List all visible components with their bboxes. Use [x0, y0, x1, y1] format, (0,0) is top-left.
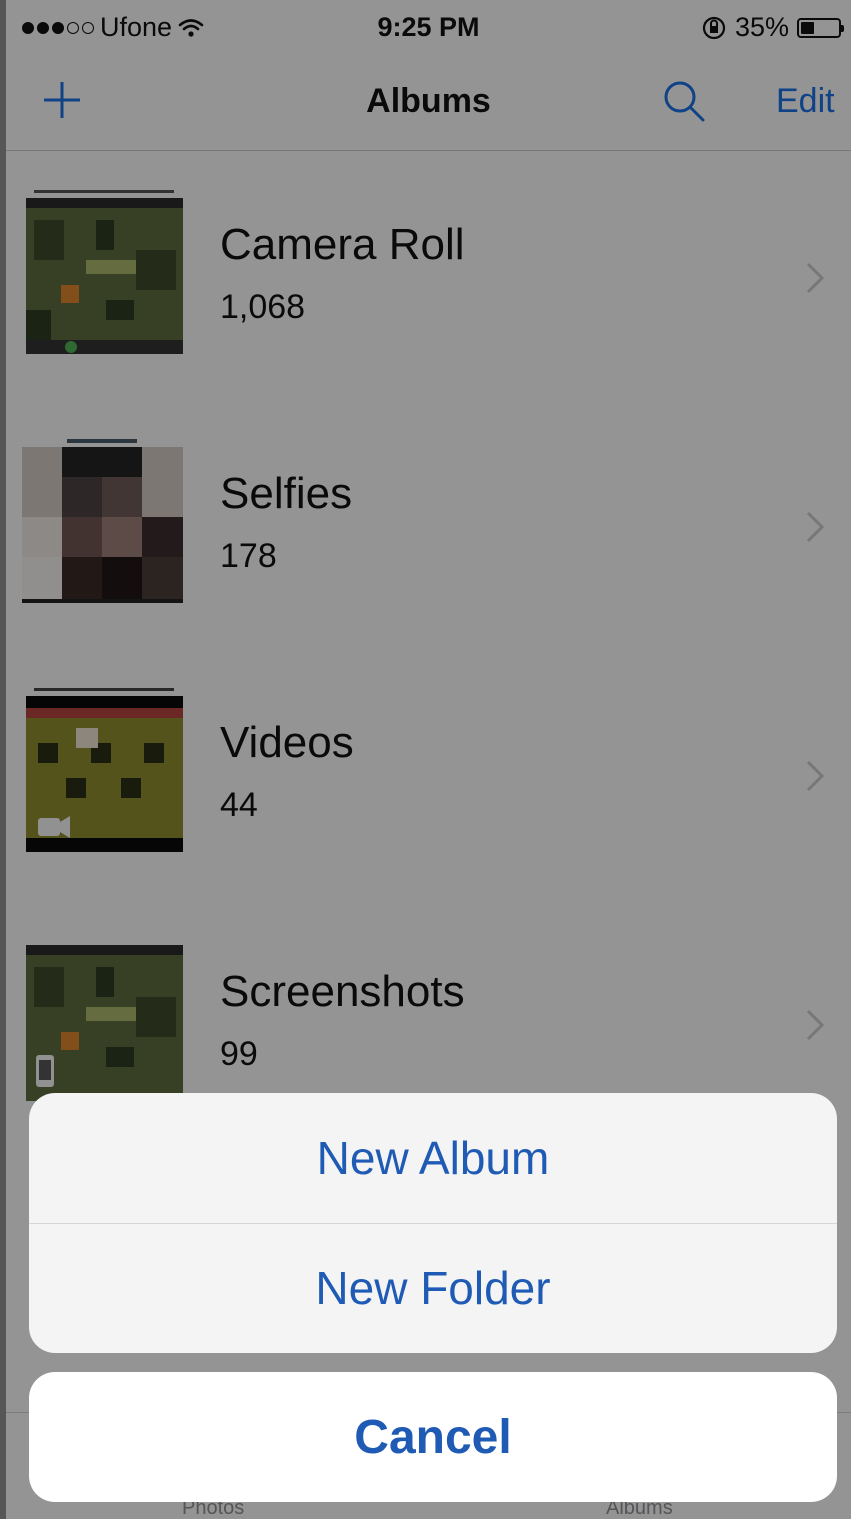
- new-album-button[interactable]: New Album: [29, 1093, 837, 1224]
- new-folder-button[interactable]: New Folder: [29, 1223, 837, 1353]
- action-sheet: New Album New Folder: [29, 1093, 837, 1353]
- cancel-button[interactable]: Cancel: [29, 1372, 837, 1502]
